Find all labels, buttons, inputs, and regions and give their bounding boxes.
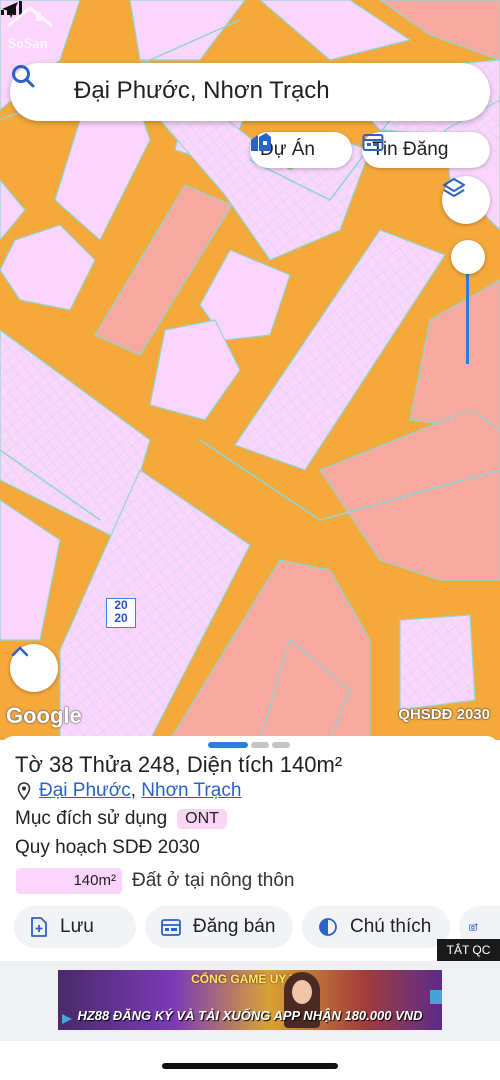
google-logo: Google <box>6 703 82 728</box>
ad-info-icon[interactable] <box>430 990 442 1004</box>
expand-up-button[interactable] <box>10 644 58 692</box>
layers-icon <box>443 178 465 197</box>
parcel-marker[interactable]: 20 20 <box>106 598 136 628</box>
search-icon[interactable] <box>10 63 36 89</box>
ad-banner-text: HZ88 ĐĂNG KÝ VÀ TẢI XUỐNG APP NHẬN 180.0… <box>77 1008 423 1023</box>
camera-add-icon <box>469 923 478 931</box>
file-add-icon <box>31 917 47 937</box>
page-indicator-active[interactable] <box>208 742 248 748</box>
opacity-slider-knob[interactable] <box>451 240 485 274</box>
save-button[interactable]: Lưu <box>14 906 136 948</box>
close-ad-button[interactable]: TẮT QC <box>437 939 500 961</box>
layer-tag: QHSDĐ 2030 <box>398 706 490 723</box>
page-indicator[interactable] <box>272 742 290 748</box>
building-icon <box>251 133 271 151</box>
land-purpose-row: Mục đích sử dụng ONT <box>15 808 227 830</box>
parcel-title: Tờ 38 Thửa 248, Diện tích 140m² <box>15 752 343 777</box>
plan-legend-row: 140m² Đất ở tại nông thôn <box>16 868 294 894</box>
location-separator: , <box>130 780 142 801</box>
purpose-label: Mục đích sử dụng <box>15 808 168 829</box>
page-indicator[interactable] <box>251 742 269 748</box>
contrast-icon <box>319 918 337 936</box>
commune-link[interactable]: Đại Phước <box>39 780 131 802</box>
post-sale-label: Đăng bán <box>193 916 276 937</box>
location-pin-icon <box>17 782 31 800</box>
listings-button[interactable]: Tin Đăng <box>362 132 490 168</box>
plan-title: Quy hoạch SDĐ 2030 <box>15 837 200 858</box>
ad-figure-face <box>292 980 312 1004</box>
watermark-text: SoSan <box>8 36 49 52</box>
parcel-location: Đại Phước , Nhơn Trạch <box>17 780 241 802</box>
ad-choices-icon[interactable] <box>60 1012 74 1026</box>
search-bar[interactable]: Đại Phước, Nhơn Trạch <box>10 63 490 121</box>
search-input[interactable]: Đại Phước, Nhơn Trạch <box>74 77 330 105</box>
calendar-icon <box>362 134 384 151</box>
map-view[interactable]: Đại Phước, Nhơn Trạch Dự Án Tin Đăng SoS… <box>0 0 500 740</box>
district-link[interactable]: Nhơn Trạch <box>141 780 241 802</box>
parcel-marker-bottom: 20 <box>114 611 128 625</box>
projects-button[interactable]: Dự Án <box>250 132 352 168</box>
calendar-icon <box>161 919 181 936</box>
plan-description: Đất ở tại nông thôn <box>132 870 295 891</box>
save-label: Lưu <box>60 916 94 937</box>
post-sale-button[interactable]: Đăng bán <box>145 906 293 948</box>
legend-label: Chú thích <box>350 916 432 937</box>
plan-area-swatch: 140m² <box>16 868 122 894</box>
legend-button[interactable]: Chú thích <box>302 906 450 948</box>
parcel-info-sheet: Tờ 38 Thửa 248, Diện tích 140m² Đại Phướ… <box>0 736 500 966</box>
ad-banner-top: CỔNG GAME UY TÍN <box>191 972 309 986</box>
layers-button[interactable] <box>442 176 490 224</box>
chevron-up-icon <box>11 646 29 657</box>
sosanh-watermark-icon: SoSan <box>7 6 53 52</box>
ad-banner[interactable]: CỔNG GAME UY TÍN HZ88 ĐĂNG KÝ VÀ TẢI XUỐ… <box>58 970 442 1030</box>
purpose-code-badge: ONT <box>177 809 227 829</box>
home-indicator[interactable] <box>162 1063 338 1069</box>
